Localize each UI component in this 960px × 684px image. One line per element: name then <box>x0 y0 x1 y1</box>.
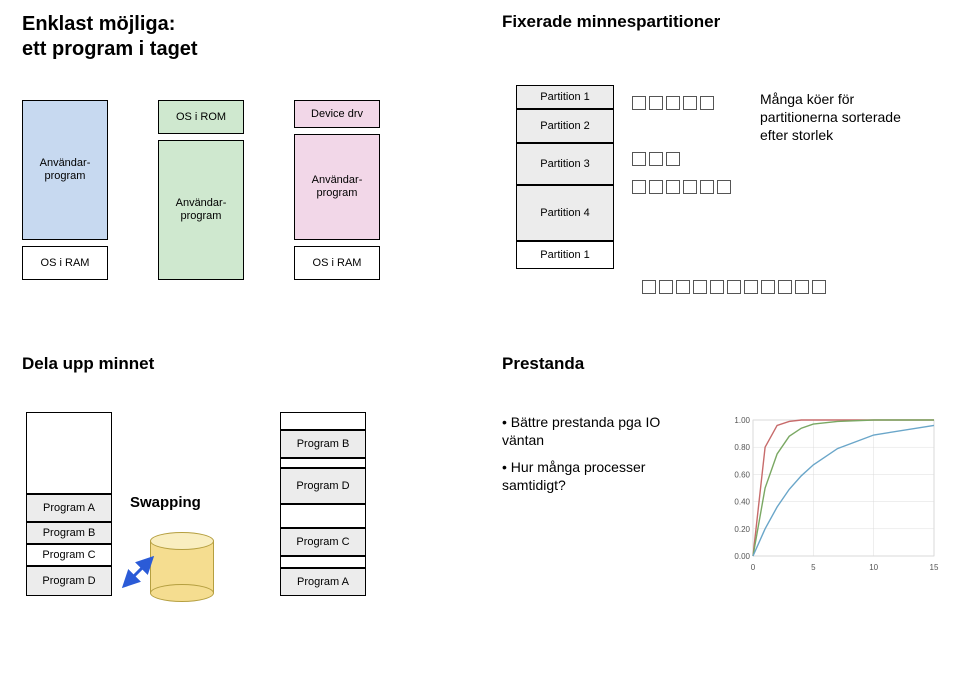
queue-job-icon <box>666 152 680 166</box>
queue-job-icon <box>700 96 714 110</box>
queue-job-icon <box>666 180 680 194</box>
program-box: Program C <box>280 528 366 556</box>
svg-text:1.00: 1.00 <box>734 416 750 425</box>
svg-text:0.60: 0.60 <box>734 470 750 479</box>
program-box: Program D <box>280 468 366 504</box>
utilization-chart: 0.00 0.20 0.40 0.60 0.80 1.00 0 5 10 15 <box>725 414 940 574</box>
queue-job-icon <box>761 280 775 294</box>
slide-title: Dela upp minnet <box>0 342 480 374</box>
svg-text:15: 15 <box>930 563 939 572</box>
title-line1: Enklast möjliga: <box>22 13 175 35</box>
partition-box: Partition 2 <box>516 109 614 143</box>
queue-job-icon <box>778 280 792 294</box>
queue-job-icon <box>795 280 809 294</box>
user-program-box: Användar- program <box>294 134 380 240</box>
memory-layout-2: OS i ROM Användar- program <box>158 100 244 282</box>
os-ram-box: OS i RAM <box>22 246 108 280</box>
slide-performance: Prestanda Bättre prestanda pga IO väntan… <box>480 342 960 684</box>
queue-text-line: Många köer för <box>760 91 854 107</box>
memory-layout-1: Användar- program OS i RAM <box>22 100 108 282</box>
queue-job-icon <box>649 152 663 166</box>
os-ram-box: OS i RAM <box>294 246 380 280</box>
queue-row <box>632 124 731 138</box>
queue-job-icon <box>632 96 646 110</box>
queue-job-icon <box>649 180 663 194</box>
memory-after: Program B Program D Program C Program A <box>280 412 366 610</box>
svg-text:5: 5 <box>811 563 816 572</box>
queue-job-icon <box>717 180 731 194</box>
slide-title: Enklast möjliga: ett program i taget <box>0 0 480 62</box>
partition-box: Partition 4 <box>516 185 614 241</box>
queue-job-icon <box>649 96 663 110</box>
os-rom-box: OS i ROM <box>158 100 244 134</box>
svg-text:0.00: 0.00 <box>734 552 750 561</box>
swap-arrow-icon <box>118 552 158 592</box>
memory-before: Program A Program B Program C Program D <box>26 412 112 610</box>
device-drv-box: Device drv <box>294 100 380 128</box>
program-box: Program B <box>280 430 366 458</box>
queue-job-icon <box>632 152 646 166</box>
queue-job-icon <box>632 180 646 194</box>
title-line2: ett program i taget <box>22 38 198 60</box>
program-box: Program A <box>26 494 112 522</box>
empty-box <box>26 412 112 494</box>
queue-description: Många köer för partitionerna sorterade e… <box>760 90 950 145</box>
user-program-box: Användar- program <box>158 140 244 280</box>
program-box: Program C <box>26 544 112 566</box>
partition-box: Partition 3 <box>516 143 614 185</box>
swap-label: Swapping <box>130 494 201 511</box>
user-program-box: Användar- program <box>22 100 108 240</box>
queue-row <box>632 152 731 166</box>
queue-job-icon <box>744 280 758 294</box>
partition-box: Partition 1 <box>516 85 614 109</box>
queue-job-icon <box>659 280 673 294</box>
empty-box <box>280 412 366 430</box>
disk-icon <box>150 532 214 602</box>
slide-title: Prestanda <box>480 342 960 374</box>
slide-memory-split: Dela upp minnet Program A Program B Prog… <box>0 342 480 684</box>
slide-simple-memory: Enklast möjliga: ett program i taget Anv… <box>0 0 480 342</box>
program-box: Program B <box>26 522 112 544</box>
bullet-item: Hur många processer samtidigt? <box>502 459 702 494</box>
svg-text:0.40: 0.40 <box>734 498 750 507</box>
queue-text-line: efter storlek <box>760 127 833 143</box>
queue-job-icon <box>676 280 690 294</box>
queue-row <box>632 180 731 194</box>
queue-job-icon <box>812 280 826 294</box>
slide-fixed-partitions: Fixerade minnespartitioner Partition 1 P… <box>480 0 960 342</box>
memory-layout-3: Device drv Användar- program OS i RAM <box>294 100 380 282</box>
queue-job-icon <box>642 280 656 294</box>
svg-text:0: 0 <box>751 563 756 572</box>
svg-text:0.20: 0.20 <box>734 525 750 534</box>
slide-title: Fixerade minnespartitioner <box>480 0 960 32</box>
queue-rows <box>632 96 731 208</box>
queue-text-line: partitionerna sorterade <box>760 109 901 125</box>
svg-text:10: 10 <box>869 563 878 572</box>
queue-job-icon <box>710 280 724 294</box>
queue-row <box>632 96 731 110</box>
shared-queue-row <box>642 280 826 294</box>
program-box: Program D <box>26 566 112 596</box>
empty-box <box>280 504 366 528</box>
bullet-item: Bättre prestanda pga IO väntan <box>502 414 702 449</box>
svg-text:0.80: 0.80 <box>734 443 750 452</box>
queue-job-icon <box>700 180 714 194</box>
queue-job-icon <box>683 180 697 194</box>
bullet-list: Bättre prestanda pga IO väntan Hur många… <box>502 414 702 504</box>
empty-box <box>280 458 366 468</box>
queue-job-icon <box>693 280 707 294</box>
queue-job-icon <box>666 96 680 110</box>
partition-box: Partition 1 <box>516 241 614 269</box>
queue-job-icon <box>727 280 741 294</box>
program-box: Program A <box>280 568 366 596</box>
empty-box <box>280 556 366 568</box>
queue-job-icon <box>683 96 697 110</box>
